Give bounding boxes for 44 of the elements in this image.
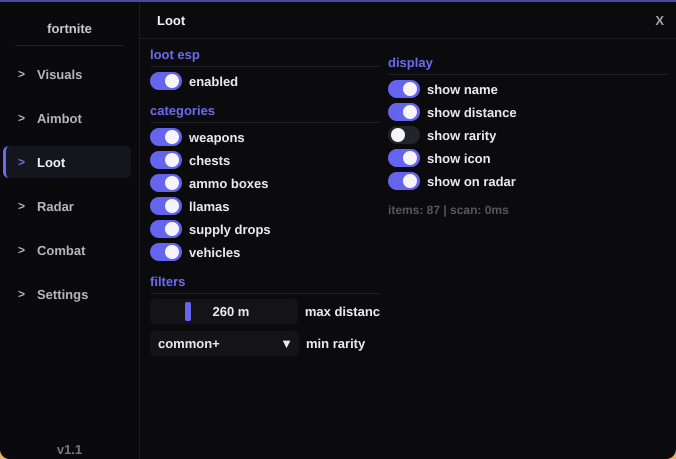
toggle-label: show distance bbox=[427, 104, 517, 120]
section-heading: filters bbox=[150, 272, 380, 294]
stats-text: items: 87 | scan: 0ms bbox=[388, 203, 510, 217]
chevron-icon: > bbox=[18, 111, 26, 125]
page-title: Loot bbox=[157, 12, 186, 28]
section-heading: categories bbox=[150, 101, 380, 123]
sidebar-label: Loot bbox=[37, 154, 66, 170]
slider-value: 260 m bbox=[211, 304, 250, 319]
toggle-label: show rarity bbox=[427, 128, 496, 142]
toggle-label: vehicles bbox=[189, 244, 240, 260]
slider-label: max distanc bbox=[304, 304, 380, 319]
sidebar-label: Visuals bbox=[37, 66, 82, 82]
toggle-label: llamas bbox=[189, 198, 230, 214]
sidebar-item[interactable]: > Visuals bbox=[3, 58, 131, 90]
dropdown-label: min rarity bbox=[306, 336, 366, 351]
sidebar-item[interactable]: > Settings bbox=[3, 278, 131, 310]
chevron-icon: > bbox=[18, 287, 26, 301]
toggle-label: show icon bbox=[427, 150, 491, 166]
version-label: v1.1 bbox=[56, 442, 84, 459]
toggle-label: chests bbox=[189, 152, 230, 168]
sidebar-item[interactable]: > Loot bbox=[3, 146, 131, 178]
sidebar-item[interactable]: > Aimbot bbox=[3, 102, 131, 134]
sidebar-label: Radar bbox=[37, 198, 74, 214]
sidebar-item[interactable]: > Radar bbox=[3, 190, 131, 222]
close-button[interactable]: X bbox=[655, 12, 664, 28]
toggle-label: weapons bbox=[189, 130, 245, 144]
section-heading: display bbox=[388, 53, 668, 75]
chevron-icon: > bbox=[18, 155, 26, 169]
rarity-dropdown[interactable]: common+ ▼ bbox=[150, 331, 299, 356]
sidebar-label: Settings bbox=[37, 286, 88, 302]
sidebar-label: Combat bbox=[37, 242, 86, 258]
toggle-label: ammo boxes bbox=[189, 176, 268, 190]
toggle-label: show on radar bbox=[427, 174, 516, 188]
chevron-icon: > bbox=[18, 199, 26, 213]
toggle-label: enabled bbox=[189, 74, 238, 88]
toggle-label: show name bbox=[427, 82, 498, 96]
sidebar-label: Aimbot bbox=[37, 110, 82, 126]
sidebar-item[interactable]: > Combat bbox=[3, 234, 131, 266]
chevron-icon: > bbox=[18, 67, 26, 81]
distance-slider[interactable]: 260 m bbox=[150, 299, 298, 324]
chevron-icon: > bbox=[18, 243, 26, 257]
toggle-label: supply drops bbox=[189, 222, 271, 236]
section-heading: loot esp bbox=[150, 45, 380, 67]
app-title: fortnite bbox=[15, 2, 124, 46]
